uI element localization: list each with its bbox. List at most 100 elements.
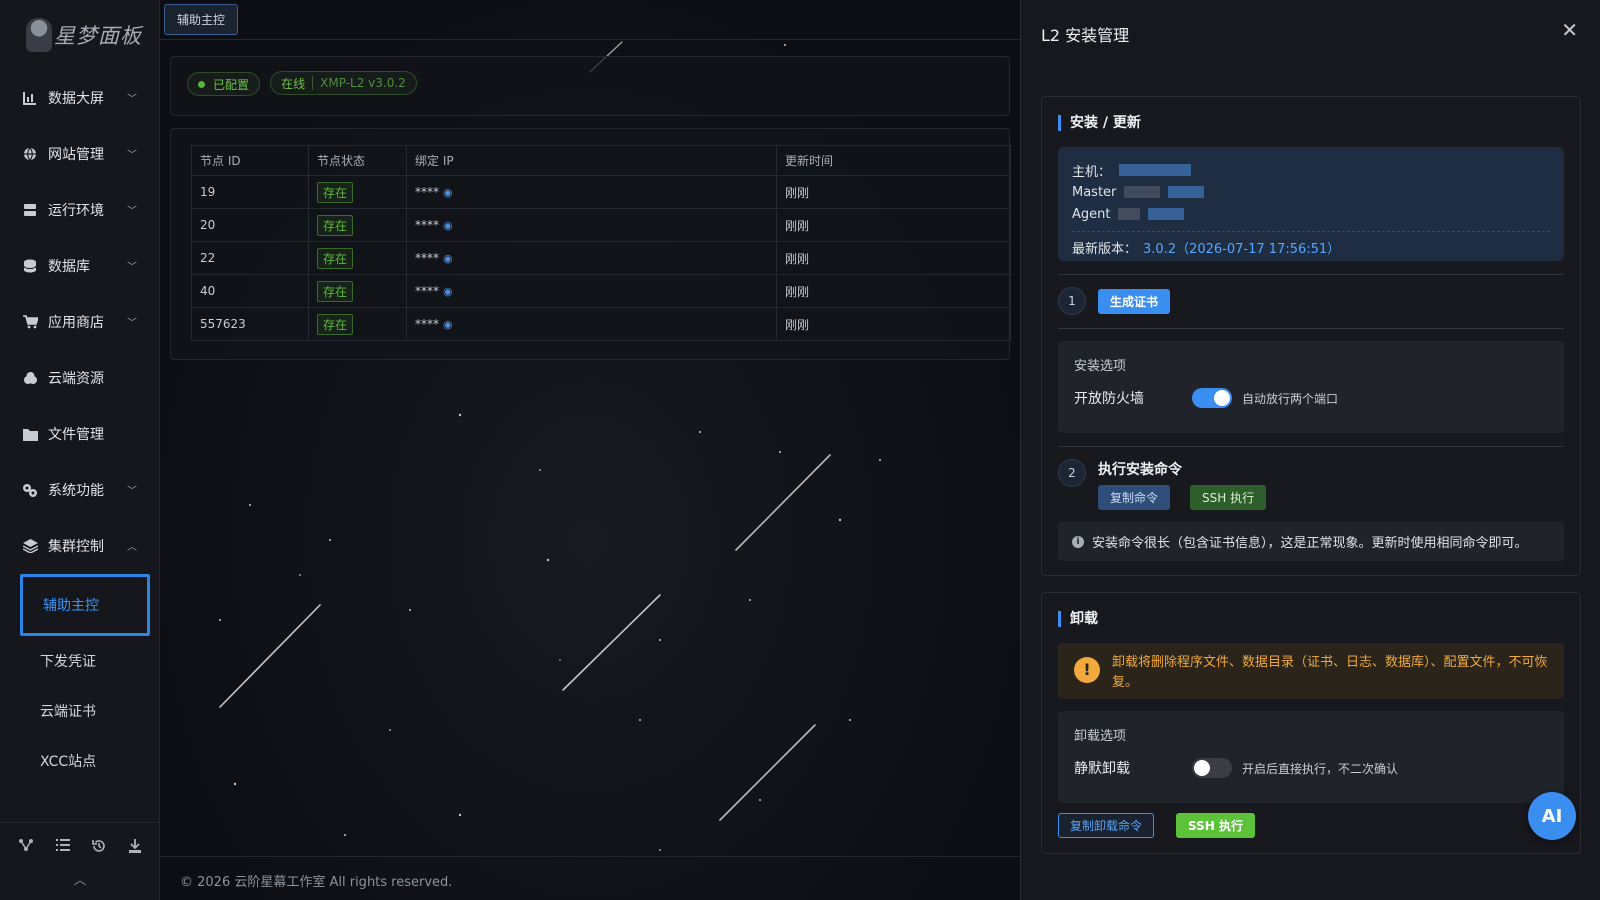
subnav-item-cloud-certs[interactable]: 云端证书	[20, 686, 150, 736]
online-version-badge: 在线 XMP-L2 v3.0.2	[270, 71, 417, 95]
redacted-agent	[1118, 208, 1141, 220]
nav-label: 数据大屏	[48, 91, 104, 107]
logo[interactable]: 星梦面板	[0, 0, 159, 70]
server-icon	[22, 202, 38, 218]
generate-cert-button[interactable]: 生成证书	[1098, 288, 1171, 314]
copy-uninstall-command-button[interactable]: 复制卸载命令	[1058, 813, 1155, 838]
redacted-host	[1119, 164, 1192, 176]
collapse-chevron-up-icon[interactable]: ︿	[0, 871, 160, 888]
nav-item-system[interactable]: 系统功能 ﹀	[0, 462, 159, 518]
eye-icon[interactable]: ◉	[443, 318, 453, 331]
node-status-bar: 已配置 在线 XMP-L2 v3.0.2	[170, 56, 1010, 116]
status-tag: 存在	[317, 280, 354, 302]
ai-assistant-button[interactable]: AI	[1528, 792, 1576, 840]
masked-ip: ****	[415, 317, 439, 331]
section-title-install: 安装 / 更新	[1058, 115, 1564, 131]
nav-label: 应用商店	[48, 315, 104, 331]
nav-item-websites[interactable]: 网站管理 ﹀	[0, 126, 159, 182]
nav-item-cloud[interactable]: 云端资源	[0, 350, 159, 406]
subnav-item-xcc-sites[interactable]: XCC站点	[20, 736, 150, 786]
updated-time: 刚刚	[776, 274, 1011, 308]
network-icon[interactable]	[19, 839, 34, 857]
sidebar: 星梦面板 数据大屏 ﹀ 网站管理 ﹀ 运行环境 ﹀ 数据库 ﹀ 应用商店 ﹀ 云…	[0, 0, 160, 900]
node-table-card: 节点 ID 节点状态 绑定 IP 更新时间 19 存在 **** ◉ 刚刚 20 …	[170, 128, 1011, 360]
chevron-down-icon: ﹀	[127, 318, 137, 329]
step-2: 2 执行安装命令 复制命令 SSH 执行	[1058, 459, 1564, 510]
uninstall-options-title: 卸载选项	[1074, 729, 1127, 744]
info-icon: i	[1072, 535, 1084, 548]
copyright-footer: © 2026 云阶星幕工作室 All rights reserved.	[160, 856, 1020, 900]
status-tag: 存在	[317, 247, 354, 269]
latest-version-label: 最新版本：	[1072, 242, 1138, 257]
step-number: 1	[1058, 287, 1086, 315]
chevron-down-icon: ﹀	[127, 150, 137, 161]
nav-label: 网站管理	[48, 147, 104, 163]
nav-item-appstore[interactable]: 应用商店 ﹀	[0, 294, 159, 350]
chevron-down-icon: ﹀	[127, 94, 137, 105]
updated-time: 刚刚	[776, 241, 1011, 275]
chevron-down-icon: ﹀	[127, 486, 137, 497]
eye-icon[interactable]: ◉	[443, 285, 453, 298]
ssh-execute-button[interactable]: SSH 执行	[1190, 485, 1267, 510]
column-header-bound-ip[interactable]: 绑定 IP	[406, 145, 777, 176]
chevron-down-icon: ﹀	[127, 262, 137, 273]
tab-aux-master[interactable]: 辅助主控	[164, 4, 239, 35]
install-update-section: 安装 / 更新 主机： Master Agent 最新版本： 3.0.2（2026…	[1041, 96, 1581, 576]
master-row: Master	[1072, 181, 1550, 203]
nav-item-cluster[interactable]: 集群控制 ︿	[0, 518, 159, 574]
gears-icon	[22, 482, 38, 498]
nav-item-database[interactable]: 数据库 ﹀	[0, 238, 159, 294]
copy-command-button[interactable]: 复制命令	[1098, 485, 1171, 510]
step2-title: 执行安装命令	[1098, 462, 1182, 478]
latest-version-row: 最新版本： 3.0.2（2026-07-17 17:56:51）	[1072, 238, 1550, 257]
firewall-hint: 自动放行两个端口	[1242, 391, 1339, 406]
uninstall-section: 卸载 ! 卸载将删除程序文件、数据目录（证书、日志、数据库）、配置文件，不可恢复…	[1041, 592, 1581, 854]
main-content: 辅助主控 已配置 在线 XMP-L2 v3.0.2 节点 ID 节点状态 绑定 …	[160, 0, 1020, 900]
chevron-down-icon: ﹀	[127, 206, 137, 217]
folder-icon	[22, 426, 38, 442]
silent-uninstall-toggle[interactable]	[1192, 758, 1232, 778]
silent-uninstall-label: 静默卸载	[1074, 761, 1130, 777]
node-id: 557623	[191, 307, 309, 341]
step-1: 1 生成证书	[1058, 287, 1564, 315]
version-label: XMP-L2 v3.0.2	[320, 76, 406, 90]
nav-label: 集群控制	[48, 539, 104, 555]
updated-time: 刚刚	[776, 175, 1011, 209]
firewall-toggle[interactable]	[1192, 388, 1232, 408]
globe-icon	[22, 146, 38, 162]
masked-ip: ****	[415, 284, 439, 298]
column-header-node-status[interactable]: 节点状态	[308, 145, 407, 176]
status-tag: 存在	[317, 214, 354, 236]
step-number: 2	[1058, 459, 1086, 487]
list-icon[interactable]	[55, 839, 70, 857]
cart-icon	[22, 314, 38, 330]
warning-icon: !	[1074, 657, 1100, 683]
download-icon[interactable]	[128, 839, 141, 857]
node-table: 节点 ID 节点状态 绑定 IP 更新时间 19 存在 **** ◉ 刚刚 20 …	[191, 145, 1011, 341]
subnav-item-aux-master[interactable]: 辅助主控	[20, 574, 150, 636]
layers-icon	[22, 538, 38, 554]
history-icon[interactable]	[92, 839, 106, 857]
status-dot	[198, 80, 205, 88]
table-row: 20 存在 **** ◉ 刚刚	[191, 208, 1011, 242]
close-icon[interactable]: ✕	[1561, 18, 1578, 42]
uninstall-warning: ! 卸载将删除程序文件、数据目录（证书、日志、数据库）、配置文件，不可恢复。	[1058, 643, 1564, 699]
column-header-node-id[interactable]: 节点 ID	[191, 145, 309, 176]
status-tag: 存在	[317, 181, 354, 203]
nav-item-files[interactable]: 文件管理	[0, 406, 159, 462]
nav-item-runtime[interactable]: 运行环境 ﹀	[0, 182, 159, 238]
nav-label: 运行环境	[48, 203, 104, 219]
online-label: 在线	[281, 76, 306, 91]
eye-icon[interactable]: ◉	[443, 219, 453, 232]
sidebar-footer: ︿	[0, 822, 160, 900]
subnav-item-credentials[interactable]: 下发凭证	[20, 636, 150, 686]
ssh-uninstall-button[interactable]: SSH 执行	[1176, 813, 1255, 838]
redacted-agent	[1148, 208, 1185, 220]
eye-icon[interactable]: ◉	[443, 186, 453, 199]
column-header-updated[interactable]: 更新时间	[776, 145, 1011, 176]
eye-icon[interactable]: ◉	[443, 252, 453, 265]
table-row: 22 存在 **** ◉ 刚刚	[191, 241, 1011, 275]
silent-uninstall-hint: 开启后直接执行，不二次确认	[1242, 761, 1399, 776]
latest-version-value: 3.0.2（2026-07-17 17:56:51）	[1143, 242, 1341, 257]
nav-item-dashboard[interactable]: 数据大屏 ﹀	[0, 70, 159, 126]
